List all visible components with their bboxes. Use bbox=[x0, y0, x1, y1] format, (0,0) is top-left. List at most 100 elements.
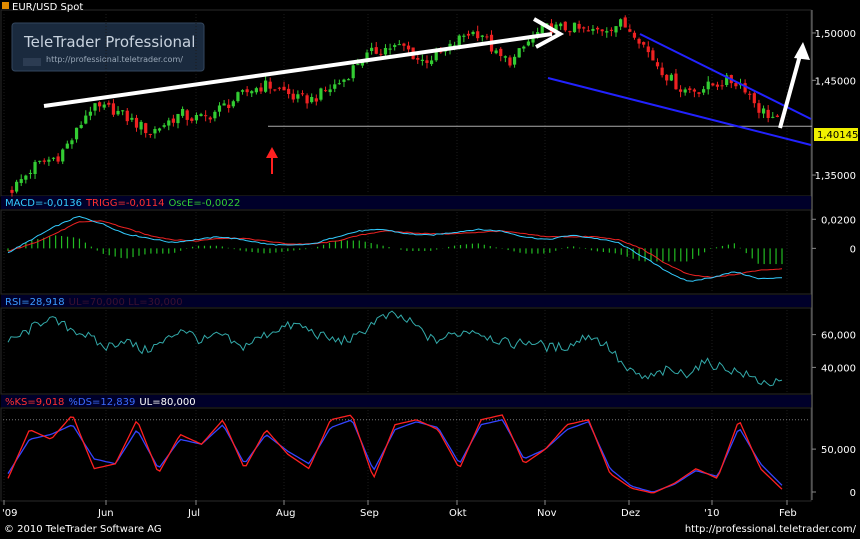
candle-body bbox=[572, 22, 577, 33]
rsi-label: RSI=28,918 bbox=[5, 297, 65, 308]
candle-body bbox=[651, 50, 655, 61]
candle-body bbox=[15, 181, 19, 192]
candle-body bbox=[720, 85, 724, 87]
price-y-label: 1,45000 bbox=[815, 76, 856, 87]
candle-body bbox=[471, 31, 475, 35]
candle-body bbox=[240, 90, 245, 92]
candle-body bbox=[217, 105, 222, 112]
candle-body bbox=[646, 46, 650, 53]
candle-body bbox=[655, 62, 660, 67]
candle-body bbox=[660, 67, 664, 76]
candle-body bbox=[61, 149, 65, 162]
candle-body bbox=[429, 60, 434, 65]
candle-body bbox=[706, 81, 710, 90]
candle-body bbox=[28, 172, 33, 174]
price-tag-value: 1,40145 bbox=[817, 130, 858, 141]
candle-body bbox=[125, 110, 129, 122]
candle-body bbox=[351, 65, 355, 79]
candle-body bbox=[245, 89, 249, 93]
candle-body bbox=[568, 31, 572, 33]
candle-body bbox=[208, 117, 212, 120]
candle-body bbox=[194, 115, 199, 121]
x-axis-label: Nov bbox=[537, 508, 557, 519]
x-axis-label: '09 bbox=[2, 508, 17, 519]
candle-body bbox=[263, 80, 268, 92]
candle-body bbox=[628, 29, 632, 32]
candle-body bbox=[605, 31, 609, 33]
candle-body bbox=[761, 108, 766, 114]
candle-body bbox=[577, 23, 581, 29]
candle-body bbox=[591, 28, 595, 31]
candle-body bbox=[397, 44, 401, 46]
copyright: © 2010 TeleTrader Software AG bbox=[4, 524, 162, 535]
candle-body bbox=[595, 27, 600, 30]
trigger-label: TRIGG=-0,0114 bbox=[85, 198, 164, 209]
candle-body bbox=[674, 73, 678, 90]
candle-body bbox=[771, 116, 775, 118]
candle-body bbox=[582, 27, 586, 29]
candle-body bbox=[370, 47, 374, 52]
candle-body bbox=[425, 60, 429, 63]
macd-y-label: 0 bbox=[850, 244, 856, 255]
ul-label: UL=80,000 bbox=[139, 397, 195, 408]
candle-body bbox=[333, 84, 337, 89]
candle-body bbox=[328, 89, 332, 93]
candle-body bbox=[231, 101, 235, 107]
logo-brand: TeleTrader Professional bbox=[23, 33, 195, 51]
candle-body bbox=[254, 88, 258, 93]
x-axis-label: Aug bbox=[276, 508, 296, 519]
candle-body bbox=[305, 95, 309, 104]
x-axis-label: '10 bbox=[704, 508, 719, 519]
x-axis-labels: '09 Jun Jul Aug Sep Okt Nov Dez '10 Feb bbox=[2, 500, 797, 519]
candle-body bbox=[702, 89, 706, 93]
ds-label: %DS=12,839 bbox=[68, 397, 135, 408]
candle-body bbox=[356, 64, 360, 66]
candle-body bbox=[600, 29, 604, 32]
candle-body bbox=[282, 86, 286, 91]
candle-body bbox=[748, 93, 752, 95]
candle-body bbox=[323, 90, 328, 92]
chart-window: EUR/USD Spot TeleTrader Professional htt… bbox=[0, 0, 860, 539]
candle-body bbox=[319, 88, 323, 100]
candle-body bbox=[692, 89, 696, 92]
candle-body bbox=[711, 83, 715, 86]
candle-body bbox=[683, 89, 687, 93]
title-icon bbox=[2, 2, 9, 9]
x-axis-label: Jun bbox=[97, 508, 114, 519]
candle-body bbox=[688, 88, 692, 90]
stoch-y-label: 50,000 bbox=[821, 445, 856, 456]
candle-body bbox=[130, 117, 134, 120]
candle-body bbox=[176, 113, 180, 124]
candle-body bbox=[33, 161, 37, 174]
candle-body bbox=[623, 17, 627, 28]
candle-body bbox=[522, 46, 526, 49]
candle-body bbox=[374, 47, 378, 54]
candle-body bbox=[102, 104, 106, 108]
candle-body bbox=[494, 50, 498, 54]
candle-body bbox=[70, 140, 74, 145]
candle-body bbox=[337, 83, 341, 85]
candle-body bbox=[153, 129, 157, 134]
candle-body bbox=[766, 109, 770, 118]
candle-body bbox=[236, 92, 240, 102]
candle-body bbox=[42, 160, 46, 162]
candle-body bbox=[144, 123, 148, 134]
candle-body bbox=[111, 103, 116, 115]
macd-y-label: 0,0200 bbox=[821, 215, 856, 226]
candle-body bbox=[476, 31, 480, 39]
candle-body bbox=[88, 111, 92, 116]
x-axis-label: Okt bbox=[449, 508, 467, 519]
x-axis-label: Sep bbox=[360, 508, 379, 519]
candle-body bbox=[632, 32, 637, 38]
candle-body bbox=[508, 57, 512, 66]
candle-body bbox=[512, 56, 517, 65]
candle-body bbox=[342, 79, 346, 82]
candle-body bbox=[310, 96, 314, 103]
candle-body bbox=[393, 45, 397, 47]
teletrader-logo: TeleTrader Professional http://professio… bbox=[11, 22, 205, 72]
candle-body bbox=[642, 42, 646, 45]
stoch-y-label: 0 bbox=[850, 488, 856, 499]
candle-body bbox=[93, 103, 97, 111]
candle-body bbox=[213, 111, 217, 119]
candle-body bbox=[222, 103, 226, 106]
